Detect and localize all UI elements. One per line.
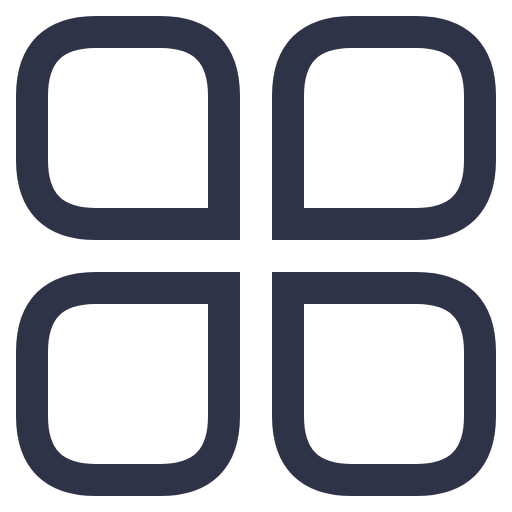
icon-canvas: [0, 0, 512, 512]
app-grid-icon: [16, 16, 496, 496]
top-right-petal: [272, 16, 496, 240]
bottom-right-petal: [272, 272, 496, 496]
bottom-left-petal: [16, 272, 240, 496]
top-left-petal: [16, 16, 240, 240]
